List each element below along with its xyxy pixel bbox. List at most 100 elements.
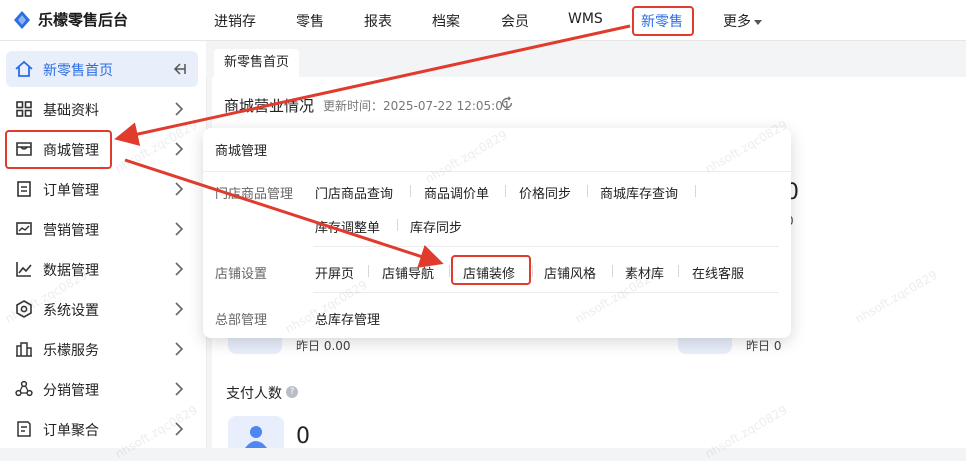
link-mall-inventory-query[interactable]: 商城库存查询 <box>600 183 678 202</box>
link-price-sync[interactable]: 价格同步 <box>519 183 571 202</box>
link-online-service[interactable]: 在线客服 <box>692 263 744 282</box>
nav-more[interactable]: 更多 <box>723 11 762 31</box>
chevron-right-icon <box>175 102 184 116</box>
update-time-label: 更新时间： <box>323 99 384 113</box>
dropdown-divider <box>203 171 791 172</box>
sidebar-item-distribution[interactable]: 分销管理 <box>6 371 198 407</box>
app-title: 乐檬零售后台 <box>38 11 129 29</box>
nav-jinxiaocun[interactable]: 进销存 <box>214 11 256 31</box>
distribution-icon <box>15 380 33 397</box>
dropdown-title: 商城管理 <box>215 144 268 159</box>
nav-wms[interactable]: WMS <box>568 11 603 27</box>
help-icon[interactable]: ? <box>286 386 298 398</box>
nav-highlight-box <box>632 6 694 36</box>
link-material-library[interactable]: 素材库 <box>625 263 664 282</box>
sidebar-item-label: 新零售首页 <box>43 63 113 79</box>
user-icon <box>245 426 267 448</box>
chevron-right-icon <box>175 262 184 276</box>
sidebar: 新零售首页 基础资料 商城管理 订单管理 营销管理 数据管理 系统设置 乐檬服务 <box>0 41 207 448</box>
link-inventory-adjustment[interactable]: 库存调整单 <box>315 217 380 236</box>
link-separator <box>410 185 411 197</box>
sidebar-item-label: 数据管理 <box>43 263 99 279</box>
section-divider <box>313 246 779 247</box>
stat-yesterday-right: 昨日 0 <box>746 339 782 353</box>
nav-more-label: 更多 <box>723 14 751 30</box>
update-time-value: 2025-07-22 12:05:01 <box>383 99 511 113</box>
link-separator <box>397 219 398 231</box>
sidebar-item-label: 营销管理 <box>43 223 99 239</box>
grid-icon <box>16 101 32 117</box>
settings-icon <box>16 300 32 318</box>
stat-yesterday-left: 昨日 0.00 <box>296 339 351 353</box>
sidebar-item-lemeng-service[interactable]: 乐檬服务 <box>6 331 198 367</box>
chevron-right-icon <box>175 222 184 236</box>
link-store-product-query[interactable]: 门店商品查询 <box>315 183 393 202</box>
link-price-adjustment[interactable]: 商品调价单 <box>424 183 489 202</box>
caret-down-icon <box>754 19 762 25</box>
link-separator <box>368 265 369 277</box>
link-store-style[interactable]: 店铺风格 <box>544 263 596 282</box>
tab-bar: 新零售首页 <box>206 41 966 77</box>
marketing-icon <box>16 222 32 235</box>
sidebar-item-marketing[interactable]: 营销管理 <box>6 211 198 247</box>
refresh-icon[interactable] <box>500 96 514 110</box>
sidebar-item-order-management[interactable]: 订单管理 <box>6 171 198 207</box>
sidebar-item-label: 订单管理 <box>43 183 99 199</box>
sidebar-item-basic-data[interactable]: 基础资料 <box>6 91 198 127</box>
sidebar-item-order-aggregation[interactable]: 订单聚合 <box>6 411 198 447</box>
tab-new-retail-home[interactable]: 新零售首页 <box>214 49 300 77</box>
link-separator <box>678 265 679 277</box>
link-separator <box>695 185 696 197</box>
update-time: 更新时间：2025-07-22 12:05:01 <box>323 97 510 114</box>
chevron-right-icon <box>175 182 184 196</box>
logo-icon <box>14 10 30 29</box>
link-store-navigation[interactable]: 店铺导航 <box>382 263 434 282</box>
top-bar: 乐檬零售后台 进销存 零售 报表 档案 会员 WMS 新零售 更多 <box>0 0 966 41</box>
sidebar-item-system-settings[interactable]: 系统设置 <box>6 291 198 327</box>
link-separator <box>612 265 613 277</box>
chevron-right-icon <box>175 342 184 356</box>
chevron-right-icon <box>175 382 184 396</box>
chevron-right-icon <box>175 302 184 316</box>
service-icon <box>16 342 32 357</box>
category-store-settings: 店铺设置 <box>215 267 268 282</box>
section-divider <box>313 292 779 293</box>
app-logo[interactable]: 乐檬零售后台 <box>12 9 128 30</box>
stat-icon-right <box>678 338 732 354</box>
nav-baobiao[interactable]: 报表 <box>364 11 392 31</box>
link-inventory-sync[interactable]: 库存同步 <box>410 217 462 236</box>
link-separator <box>587 185 588 197</box>
nav-lingshou[interactable]: 零售 <box>296 11 324 31</box>
pay-count-value: 0 <box>296 424 310 449</box>
link-splash-page[interactable]: 开屏页 <box>315 263 354 282</box>
pay-count-label: 支付人数 <box>226 386 282 402</box>
category-hq-management: 总部管理 <box>215 313 268 328</box>
order-icon <box>17 181 31 197</box>
chart-line-icon <box>16 262 32 277</box>
link-separator <box>505 185 506 197</box>
link-separator <box>449 265 450 277</box>
aggregate-icon <box>17 421 31 437</box>
sidebar-item-new-retail-home[interactable]: 新零售首页 <box>6 51 198 87</box>
sidebar-item-label: 基础资料 <box>43 103 99 119</box>
sidebar-item-label: 订单聚合 <box>43 423 99 439</box>
collapse-icon[interactable] <box>172 62 186 76</box>
sidebar-item-label: 分销管理 <box>43 383 99 399</box>
chevron-right-icon <box>175 142 184 156</box>
chevron-right-icon <box>175 422 184 436</box>
nav-dangan[interactable]: 档案 <box>432 11 460 31</box>
link-total-inventory[interactable]: 总库存管理 <box>315 309 380 328</box>
sidebar-item-data-management[interactable]: 数据管理 <box>6 251 198 287</box>
stat-icon-left <box>228 338 282 354</box>
page-title: 商城营业情况 <box>224 97 315 115</box>
home-icon <box>15 60 33 77</box>
store-decoration-highlight-box <box>451 255 531 285</box>
mall-management-dropdown: 商城管理 门店商品管理 门店商品查询 商品调价单 价格同步 商城库存查询 库存调… <box>203 128 791 338</box>
user-stat-icon <box>228 416 284 448</box>
category-store-products: 门店商品管理 <box>215 187 294 202</box>
sidebar-item-label: 系统设置 <box>43 303 99 319</box>
sidebar-item-label: 乐檬服务 <box>43 343 99 359</box>
link-separator <box>532 265 533 277</box>
sidebar-highlight-box <box>5 130 112 169</box>
nav-huiyuan[interactable]: 会员 <box>501 11 529 31</box>
